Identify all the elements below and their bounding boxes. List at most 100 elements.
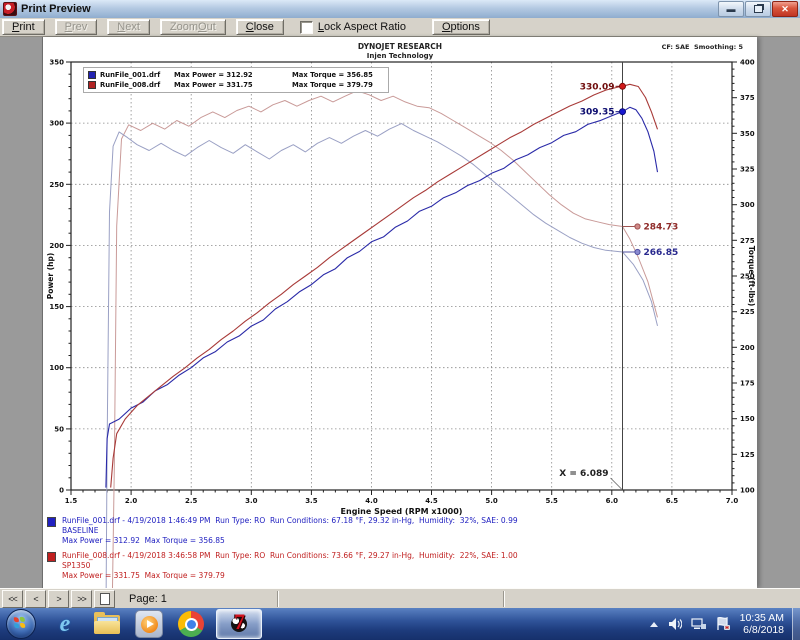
page-icon (100, 593, 110, 605)
chart-legend: RunFile_001.drfMax Power = 312.92Max Tor… (83, 67, 389, 93)
run-stats-line: Max Power = 331.75 Max Torque = 379.79 (62, 571, 518, 581)
svg-text:275: 275 (740, 237, 755, 245)
show-desktop-button[interactable] (792, 608, 800, 640)
svg-text:X = 6.089: X = 6.089 (559, 469, 608, 479)
svg-text:284.73: 284.73 (644, 223, 679, 233)
svg-text:0: 0 (59, 487, 64, 495)
legend-color-chip (88, 71, 96, 79)
correction-smoothing-note: CF: SAE Smoothing: 5 (662, 43, 743, 51)
legend-file: RunFile_001.drf (100, 71, 174, 79)
legend-file: RunFile_008.drf (100, 81, 174, 89)
print-preview-window: Print Preview ▬ ✕ Print Prev Next Zoom Out C… (0, 0, 800, 640)
svg-text:3.0: 3.0 (245, 497, 258, 505)
svg-text:175: 175 (740, 380, 755, 388)
first-page-button[interactable]: << (2, 590, 23, 608)
options-button[interactable]: Options (432, 19, 490, 35)
page-indicator: Page: 1 (129, 593, 167, 605)
svg-text:309.35: 309.35 (580, 108, 615, 118)
media-player-icon[interactable] (134, 610, 164, 638)
svg-text:1.5: 1.5 (65, 497, 78, 505)
report-header-line2: Injen Technology (43, 52, 757, 60)
legend-row: RunFile_008.drfMax Power = 331.75Max Tor… (88, 80, 384, 90)
prev-button: Prev (55, 19, 98, 35)
svg-text:5.0: 5.0 (485, 497, 498, 505)
svg-text:150: 150 (740, 415, 755, 423)
legend-row: RunFile_001.drfMax Power = 312.92Max Tor… (88, 70, 384, 80)
svg-text:Engine Speed (RPM x1000): Engine Speed (RPM x1000) (341, 507, 463, 516)
lock-aspect-ratio-checkbox[interactable] (300, 21, 313, 34)
svg-text:250: 250 (49, 181, 64, 189)
taskbar-clock[interactable]: 10:35 AM 6/8/2018 (740, 612, 784, 636)
report-page: 1.52.02.53.03.54.04.55.05.56.06.57.00501… (42, 37, 757, 588)
volume-icon[interactable] (668, 617, 682, 631)
minimize-button[interactable]: ▬ (718, 1, 744, 17)
svg-text:2.5: 2.5 (185, 497, 198, 505)
svg-text:5.5: 5.5 (545, 497, 558, 505)
svg-text:200: 200 (740, 344, 755, 352)
winpep7-taskbar-button[interactable]: 7 (216, 609, 262, 639)
svg-text:4.5: 4.5 (425, 497, 438, 505)
next-button: Next (107, 19, 150, 35)
run-info-line: RunFile_001.drf - 4/19/2018 1:46:49 PM R… (62, 516, 518, 526)
run-color-chip (47, 552, 56, 562)
svg-text:325: 325 (740, 166, 755, 174)
taskbar: e 7 10:35 AM (0, 608, 800, 640)
restore-button[interactable] (745, 1, 771, 17)
out-button: Zoom Out (160, 19, 226, 35)
svg-text:300: 300 (49, 120, 64, 128)
run-color-chip (47, 517, 56, 527)
run-annotation: RunFile_008.drf - 4/19/2018 3:46:58 PM R… (47, 551, 518, 581)
svg-text:125: 125 (740, 451, 755, 459)
prev-page-button[interactable]: < (25, 590, 46, 608)
run-name: SP1350 (62, 561, 518, 571)
next-page-button[interactable]: > (48, 590, 69, 608)
preview-area: 1.52.02.53.03.54.04.55.05.56.06.57.00501… (0, 37, 800, 588)
system-tray: 10:35 AM 6/8/2018 (650, 608, 800, 640)
window-title: Print Preview (21, 3, 91, 15)
svg-text:375: 375 (740, 94, 755, 102)
svg-text:6.0: 6.0 (606, 497, 619, 505)
chrome-icon[interactable] (176, 610, 206, 638)
print-button[interactable]: Print (2, 19, 45, 35)
svg-text:3.5: 3.5 (305, 497, 318, 505)
last-page-button[interactable]: >> (71, 590, 92, 608)
page-setup-button[interactable] (94, 590, 115, 608)
windows-flag-icon (14, 617, 27, 630)
svg-text:Torque (ft-lbs): Torque (ft-lbs) (747, 246, 756, 307)
svg-text:7.0: 7.0 (726, 497, 739, 505)
legend-max-power: Max Power = 331.75 (174, 81, 292, 89)
report-header-line1: DYNOJET RESEARCH (43, 42, 757, 51)
svg-text:50: 50 (54, 425, 64, 433)
legend-color-chip (88, 81, 96, 89)
clock-date: 6/8/2018 (740, 624, 784, 636)
statusbar-separator (277, 591, 278, 607)
close-window-button[interactable]: ✕ (772, 1, 798, 17)
svg-text:100: 100 (740, 487, 755, 495)
hidden-icons-arrow[interactable] (650, 622, 658, 627)
close-button[interactable]: Close (236, 19, 284, 35)
dyno-chart[interactable]: 1.52.02.53.03.54.04.55.05.56.06.57.00501… (43, 37, 757, 588)
svg-text:225: 225 (740, 308, 755, 316)
run-stats-line: Max Power = 312.92 Max Torque = 356.85 (62, 536, 518, 546)
run-info-line: RunFile_008.drf - 4/19/2018 3:46:58 PM R… (62, 551, 518, 561)
run-annotation: RunFile_001.drf - 4/19/2018 1:46:49 PM R… (47, 516, 518, 546)
clock-time: 10:35 AM (740, 612, 784, 624)
run-annotations: RunFile_001.drf - 4/19/2018 1:46:49 PM R… (47, 516, 518, 586)
action-center-flag-icon[interactable] (716, 617, 731, 631)
print-preview-toolbar: PrintPrevNextZoom OutClose Lock Aspect R… (0, 18, 800, 37)
legend-max-torque: Max Torque = 356.85 (292, 71, 373, 79)
svg-text:330.09: 330.09 (580, 82, 615, 92)
legend-max-power: Max Power = 312.92 (174, 71, 292, 79)
network-icon[interactable] (691, 617, 707, 631)
statusbar: <<<>>> Page: 1 (0, 588, 800, 609)
internet-explorer-icon[interactable]: e (50, 610, 80, 638)
app-icon (3, 2, 17, 16)
svg-text:Power (hp): Power (hp) (46, 253, 55, 300)
svg-text:350: 350 (740, 130, 755, 138)
windows-explorer-icon[interactable] (92, 610, 122, 638)
svg-text:150: 150 (49, 303, 64, 311)
titlebar: Print Preview ▬ ✕ (0, 0, 800, 19)
folder-icon (94, 615, 120, 634)
legend-max-torque: Max Torque = 379.79 (292, 81, 373, 89)
start-button[interactable] (6, 609, 36, 639)
